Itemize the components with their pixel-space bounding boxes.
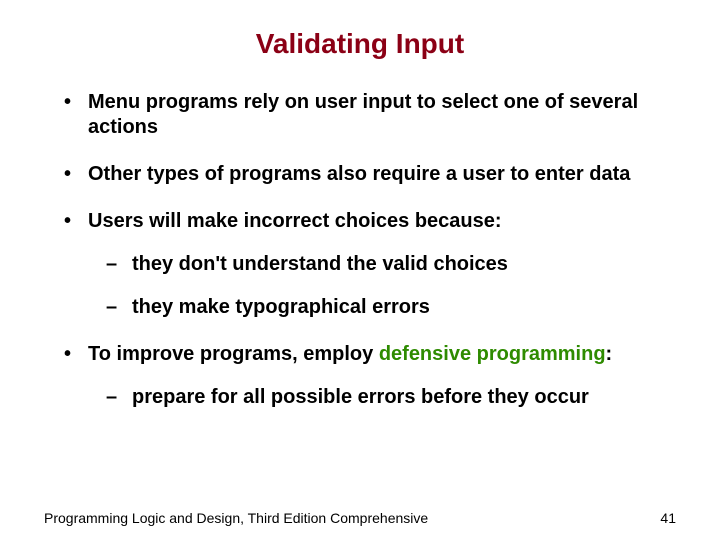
bullet-item: Other types of programs also require a u… [60, 162, 676, 187]
bullet-text: they make typographical errors [132, 296, 430, 318]
bullet-item: To improve programs, employ defensive pr… [60, 342, 676, 367]
slide: Validating Input Menu programs rely on u… [0, 0, 720, 540]
bullet-text: prepare for all possible errors before t… [132, 386, 589, 408]
slide-title: Validating Input [0, 0, 720, 68]
footer-left: Programming Logic and Design, Third Edit… [44, 510, 428, 526]
bullet-text: they don't understand the valid choices [132, 253, 508, 275]
slide-content: Menu programs rely on user input to sele… [0, 90, 720, 410]
bullet-text-pre: To improve programs, employ [88, 343, 379, 365]
sub-bullet-item: prepare for all possible errors before t… [106, 385, 676, 410]
bullet-item: Menu programs rely on user input to sele… [60, 90, 676, 140]
bullet-item: Users will make incorrect choices becaus… [60, 209, 676, 234]
sub-bullet-item: they don't understand the valid choices [106, 252, 676, 277]
bullet-text: Menu programs rely on user input to sele… [88, 91, 638, 138]
page-number: 41 [660, 510, 676, 526]
highlight-term: defensive programming [379, 343, 606, 365]
bullet-text-post: : [606, 343, 613, 365]
footer: Programming Logic and Design, Third Edit… [44, 510, 676, 526]
bullet-text: Other types of programs also require a u… [88, 163, 630, 185]
bullet-text: Users will make incorrect choices becaus… [88, 210, 502, 232]
sub-bullet-item: they make typographical errors [106, 295, 676, 320]
